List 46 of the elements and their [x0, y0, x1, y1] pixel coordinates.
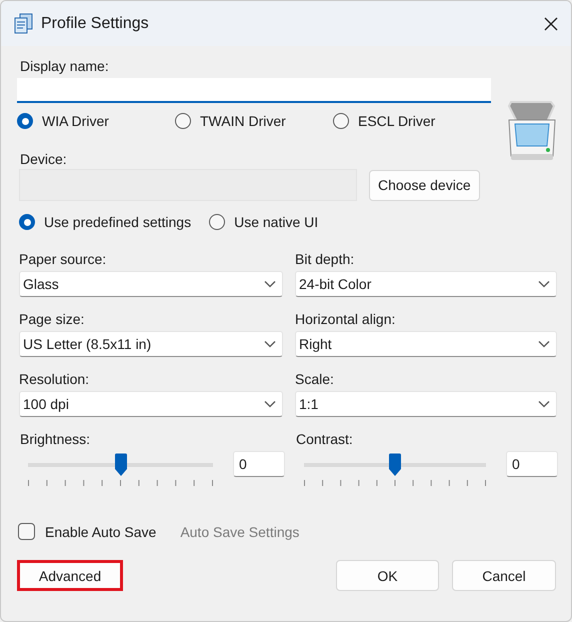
chevron-down-icon [538, 400, 550, 408]
button[interactable]: Choose device [369, 170, 480, 200]
field-label: Device: [20, 151, 68, 167]
button[interactable]: Advanced [17, 560, 123, 591]
value-field[interactable]: 0 [506, 451, 558, 477]
field-label: Scale: [295, 371, 335, 387]
radio-button[interactable] [17, 113, 33, 129]
radio-button[interactable] [175, 113, 191, 129]
dropdown[interactable]: Glass [19, 271, 283, 297]
radio-label[interactable]: TWAIN Driver [200, 113, 286, 129]
radio-label[interactable]: Use native UI [234, 214, 318, 230]
slider-thumb[interactable] [388, 453, 402, 477]
window-title: Profile Settings [41, 14, 150, 32]
close-icon[interactable] [543, 16, 559, 32]
button[interactable]: Cancel [452, 560, 556, 591]
radio-label[interactable]: Use predefined settings [44, 214, 192, 230]
dropdown[interactable]: 100 dpi [19, 391, 283, 417]
dropdown[interactable]: 24-bit Color [295, 271, 557, 297]
chevron-down-icon [538, 340, 550, 348]
display-name-field[interactable] [17, 78, 491, 103]
radio-label[interactable]: ESCL Driver [358, 113, 436, 129]
field-label: Horizontal align: [295, 311, 396, 327]
radio-label[interactable]: WIA Driver [42, 113, 109, 129]
value-field[interactable]: 0 [233, 451, 285, 477]
checkbox-label[interactable]: Enable Auto Save [45, 524, 156, 540]
field-label: Page size: [19, 311, 86, 327]
dropdown[interactable]: Right [295, 331, 557, 357]
chevron-down-icon [538, 280, 550, 288]
chevron-down-icon [264, 340, 276, 348]
checkbox[interactable] [18, 523, 35, 540]
field-label: Brightness: [20, 431, 92, 447]
button[interactable]: OK [336, 560, 439, 591]
field-label: Paper source: [19, 251, 108, 267]
field-label: Display name: [20, 58, 110, 74]
chevron-down-icon [264, 280, 276, 288]
chevron-down-icon [264, 400, 276, 408]
radio-button[interactable] [209, 214, 226, 230]
dropdown[interactable]: US Letter (8.5x11 in) [19, 331, 283, 357]
radio-button[interactable] [19, 214, 35, 230]
field-label: Bit depth: [295, 251, 356, 267]
slider-thumb[interactable] [114, 453, 128, 477]
documents-icon [13, 12, 35, 34]
dropdown[interactable]: 1:1 [295, 391, 557, 417]
field-label: Contrast: [296, 431, 354, 447]
radio-button[interactable] [333, 113, 349, 129]
field-label: Resolution: [19, 371, 90, 387]
